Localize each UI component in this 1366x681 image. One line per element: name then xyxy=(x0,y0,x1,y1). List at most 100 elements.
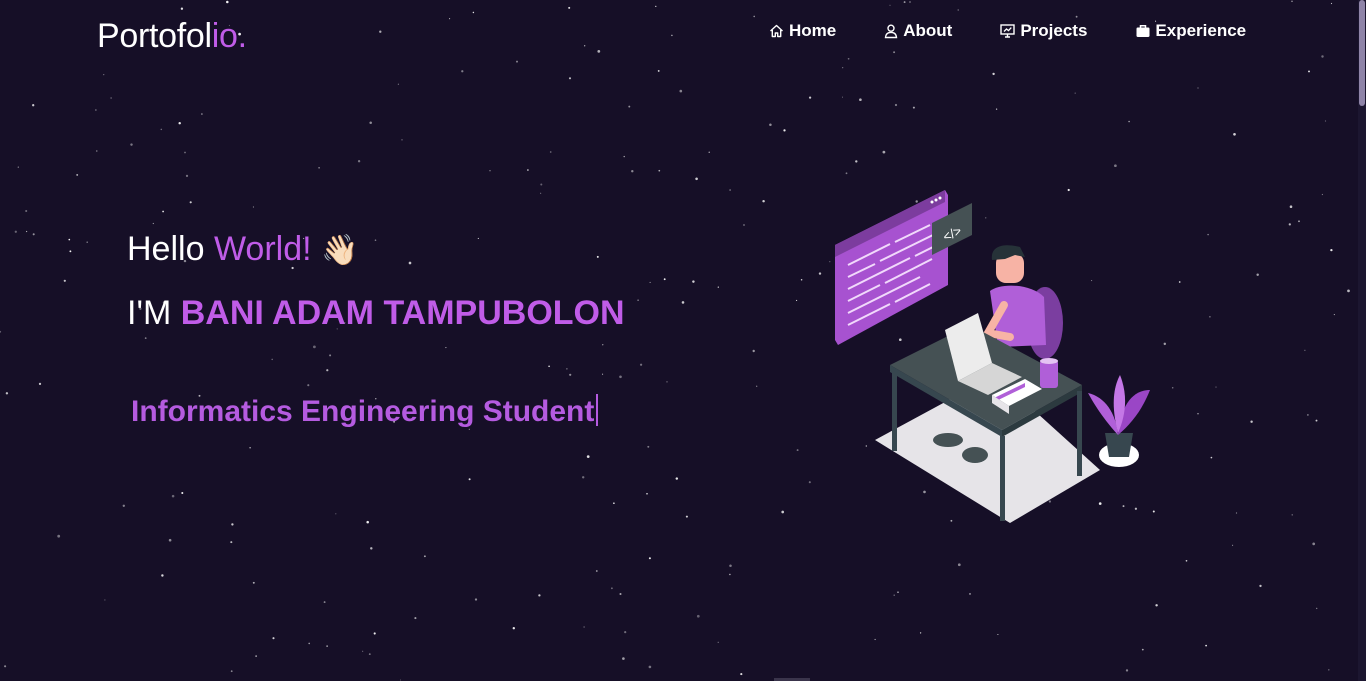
star xyxy=(230,541,233,544)
star xyxy=(185,174,189,178)
star xyxy=(1330,2,1333,5)
star xyxy=(307,384,310,387)
star xyxy=(729,189,731,191)
star xyxy=(318,166,320,169)
star xyxy=(893,594,895,596)
star xyxy=(685,515,688,518)
star xyxy=(4,665,7,668)
star xyxy=(1075,15,1078,18)
hero-intro: I'M BANI ADAM TAMPUBOLON xyxy=(127,292,625,334)
star xyxy=(663,278,666,281)
star xyxy=(597,50,601,53)
star xyxy=(25,230,28,233)
nav-projects[interactable]: Projects xyxy=(999,20,1087,42)
star xyxy=(919,632,922,634)
star xyxy=(1291,514,1293,516)
star xyxy=(800,279,803,281)
star xyxy=(717,286,719,288)
brand-logo[interactable]: Portofolio. xyxy=(97,16,247,56)
nav-about[interactable]: About xyxy=(883,20,952,42)
star xyxy=(76,173,79,176)
greeting-accent: World! xyxy=(213,230,312,268)
star xyxy=(449,18,451,20)
star xyxy=(357,160,361,163)
star xyxy=(671,34,673,37)
star xyxy=(57,534,61,538)
star xyxy=(1307,414,1309,416)
star xyxy=(1128,120,1130,123)
star xyxy=(658,169,661,172)
star xyxy=(740,673,743,676)
star xyxy=(1289,205,1293,208)
star xyxy=(796,299,798,301)
star xyxy=(122,504,125,507)
star xyxy=(1312,542,1316,546)
star xyxy=(189,201,192,204)
star xyxy=(180,7,184,10)
nav-experience[interactable]: Experience xyxy=(1135,20,1246,42)
star xyxy=(461,70,464,73)
star xyxy=(527,169,529,171)
star xyxy=(753,15,755,18)
star xyxy=(717,641,719,643)
star xyxy=(783,129,786,132)
star xyxy=(540,183,543,186)
star xyxy=(255,655,257,657)
star xyxy=(308,642,311,645)
main-nav: Home About Projects Experience xyxy=(768,20,1246,42)
star xyxy=(103,73,105,76)
star xyxy=(95,109,97,111)
star xyxy=(1315,607,1318,610)
starfield-background xyxy=(0,0,1350,681)
star xyxy=(637,299,639,302)
star xyxy=(628,105,631,108)
star xyxy=(1308,70,1310,73)
star xyxy=(619,592,622,596)
scrollbar[interactable] xyxy=(1358,0,1366,681)
star xyxy=(271,358,273,361)
star xyxy=(893,51,896,54)
star xyxy=(326,645,328,647)
star xyxy=(696,614,700,618)
star xyxy=(781,510,785,514)
star xyxy=(903,1,906,4)
star xyxy=(796,449,799,452)
star xyxy=(1333,314,1335,316)
star xyxy=(379,30,382,33)
typing-caret xyxy=(596,394,599,426)
star xyxy=(569,373,572,376)
star xyxy=(624,631,627,634)
star xyxy=(729,573,731,576)
star xyxy=(1209,315,1211,318)
star xyxy=(655,5,657,8)
star xyxy=(595,570,598,572)
briefcase-icon xyxy=(1136,25,1150,37)
star xyxy=(1178,281,1181,283)
star xyxy=(474,598,478,601)
star xyxy=(397,83,400,85)
star xyxy=(568,6,571,9)
star xyxy=(489,169,491,172)
star xyxy=(692,280,695,283)
nav-home[interactable]: Home xyxy=(768,20,836,42)
star xyxy=(675,477,679,480)
star xyxy=(445,347,447,349)
star xyxy=(752,349,755,353)
star xyxy=(69,250,72,253)
star xyxy=(1171,387,1174,389)
star xyxy=(622,657,625,660)
star xyxy=(841,96,844,98)
star xyxy=(335,513,337,515)
star xyxy=(516,60,518,63)
star xyxy=(374,239,377,241)
star xyxy=(477,237,479,239)
star xyxy=(969,593,971,595)
hero-greeting: Hello World! 👋🏻 xyxy=(127,228,358,272)
star xyxy=(373,632,376,635)
star xyxy=(1291,0,1293,3)
star xyxy=(326,369,329,372)
star xyxy=(370,547,373,550)
star xyxy=(1328,669,1330,671)
developer-illustration: </> xyxy=(835,190,1150,523)
scrollbar-thumb[interactable] xyxy=(1359,0,1365,106)
